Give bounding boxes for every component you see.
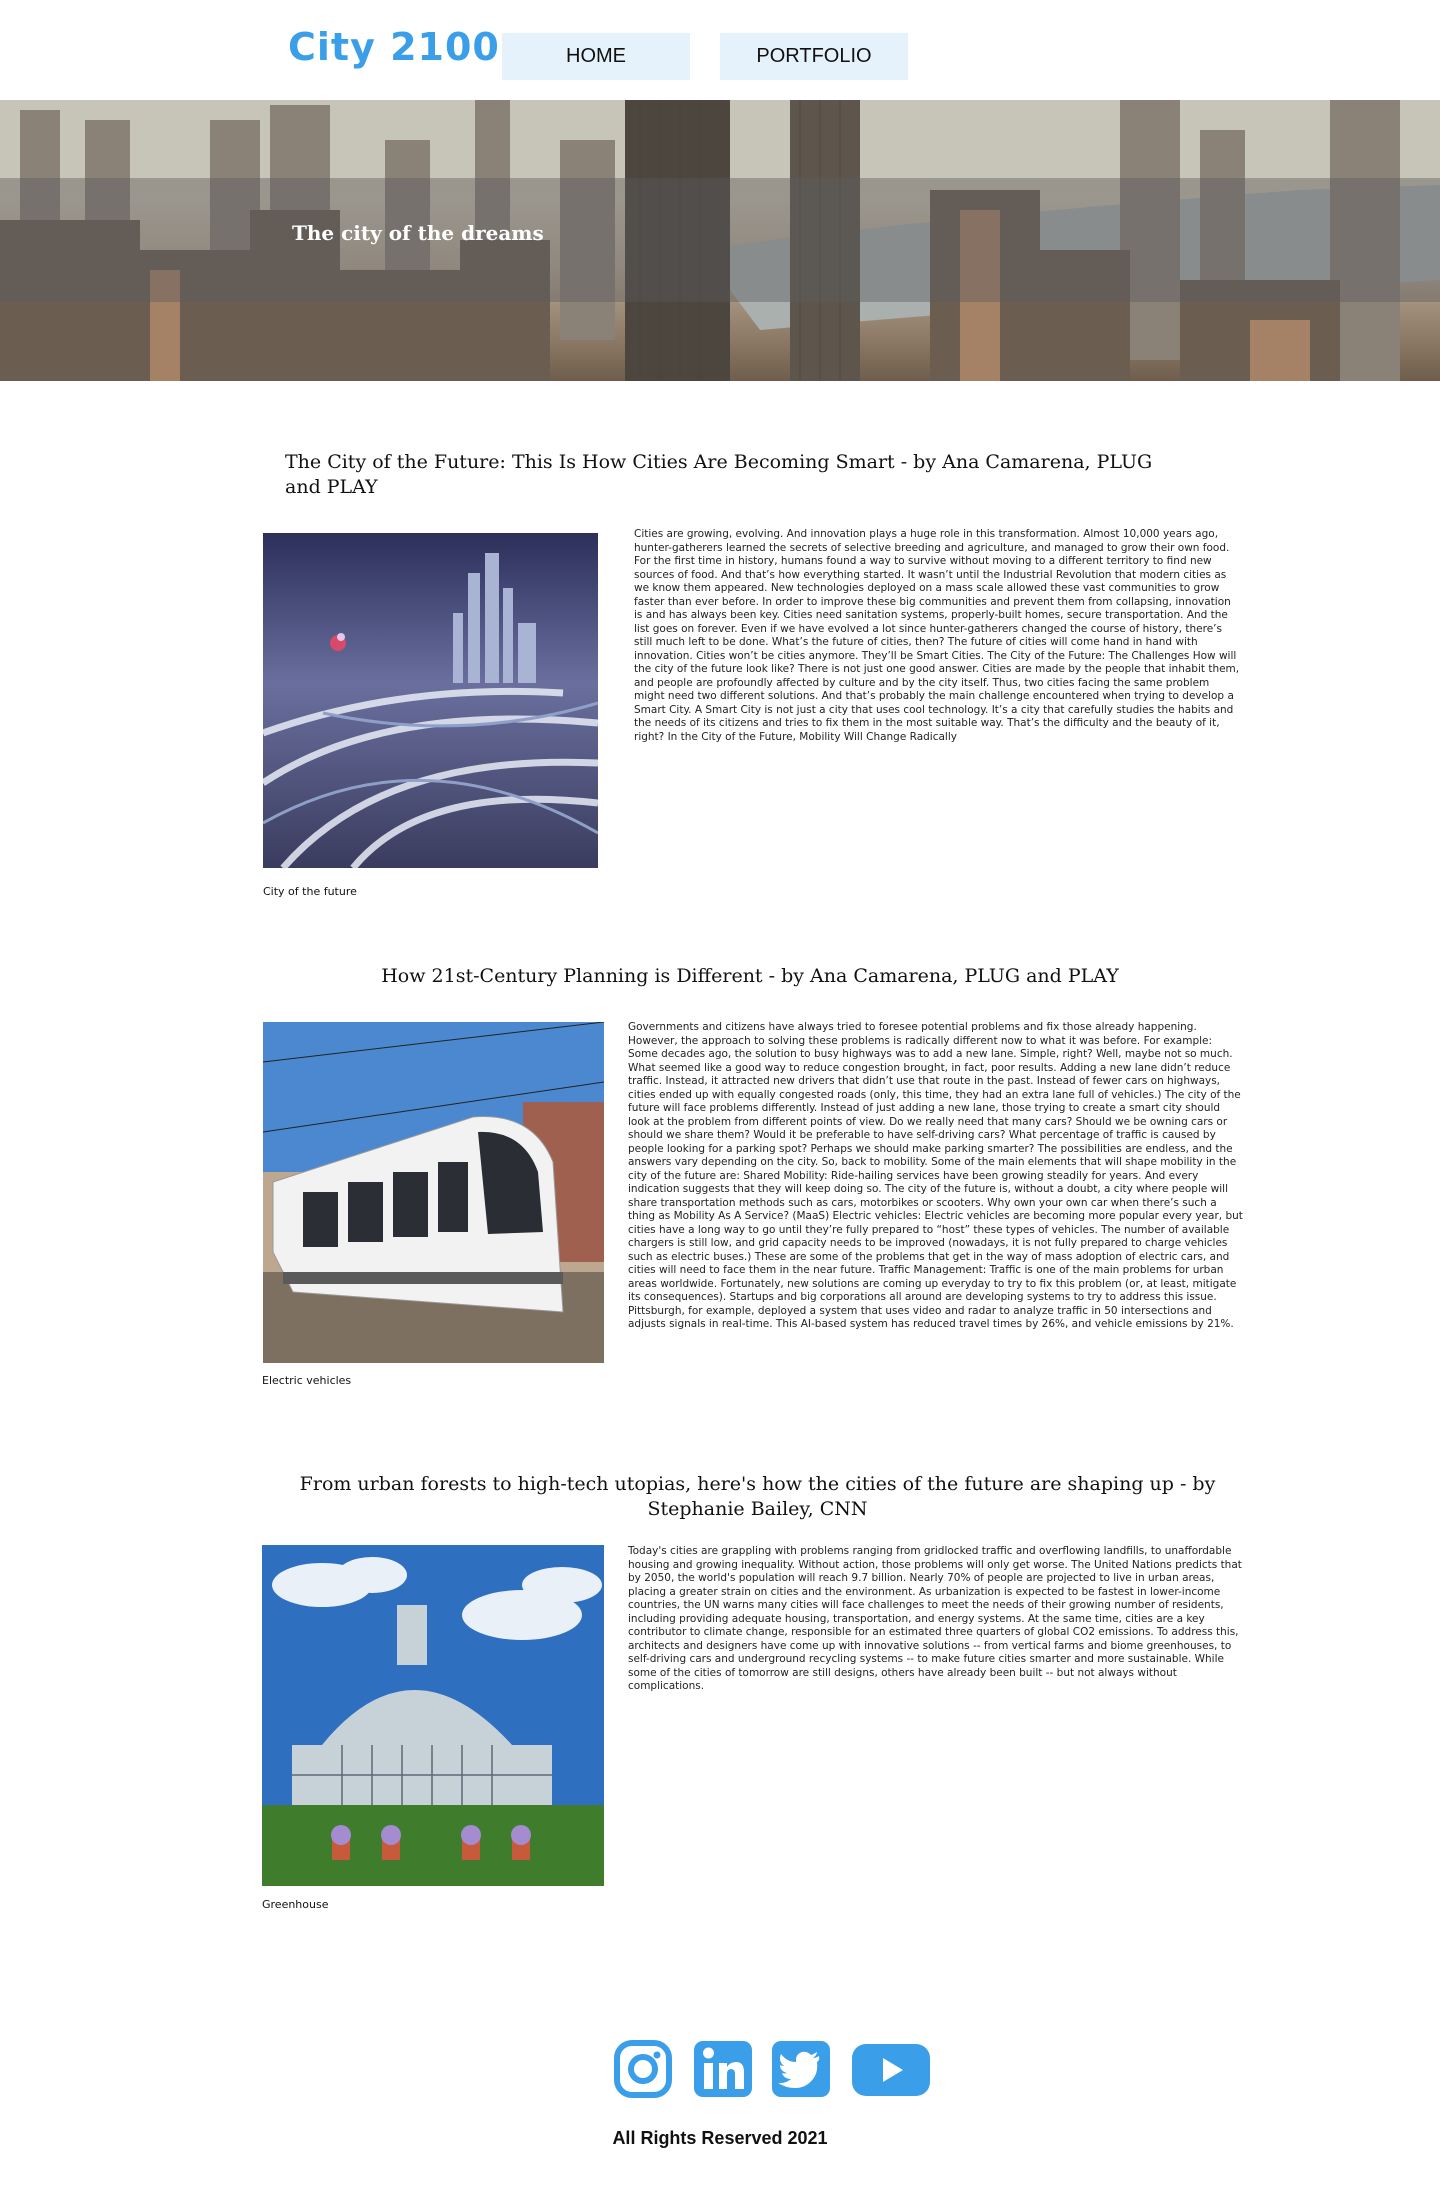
article-title: From urban forests to high-tech utopias,… — [299, 1473, 1216, 1520]
image-caption: Greenhouse — [262, 1898, 329, 1911]
youtube-icon[interactable] — [851, 2038, 931, 2100]
twitter-icon[interactable] — [771, 2038, 831, 2100]
linkedin-icon[interactable] — [693, 2038, 753, 2100]
hero-overlay-band — [0, 178, 1440, 302]
copyright-text: All Rights Reserved 2021 — [612, 2128, 828, 2148]
tram-image — [263, 1022, 604, 1363]
article-title: How 21st-Century Planning is Different -… — [381, 965, 1119, 987]
site-header: City 2100 HOME PORTFOLIO — [0, 0, 1440, 100]
hero-title: The city of the dreams — [292, 221, 544, 245]
article-title: The City of the Future: This Is How Citi… — [285, 451, 1153, 498]
hero-banner: The city of the dreams — [0, 100, 1440, 381]
greenhouse-image — [262, 1545, 604, 1886]
nav-portfolio-button[interactable]: PORTFOLIO — [720, 33, 908, 80]
article-body: Today's cities are grappling with proble… — [628, 1545, 1242, 1692]
image-caption: City of the future — [263, 885, 357, 898]
nav-home-button[interactable]: HOME — [502, 33, 690, 80]
site-logo[interactable]: City 2100 — [288, 28, 500, 66]
image-caption: Electric vehicles — [262, 1374, 352, 1387]
article-body: Cities are growing, evolving. And innova… — [634, 528, 1240, 743]
article-body: Governments and citizens have always tri… — [628, 1021, 1243, 1330]
instagram-icon[interactable] — [614, 2038, 672, 2100]
city-of-future-image — [263, 533, 598, 868]
